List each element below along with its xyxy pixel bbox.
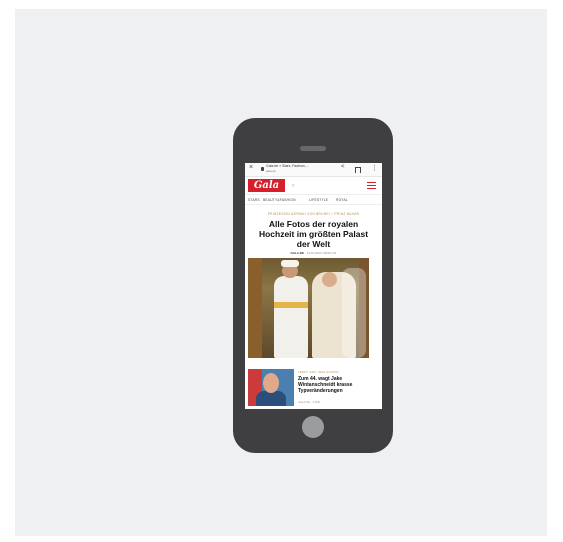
article-headline[interactable]: Alle Fotos der royalen Hochzeit im größt… bbox=[253, 219, 374, 249]
gala-logo[interactable]: Gala bbox=[248, 179, 285, 192]
teaser-meta: GALA.DE · 2 MIN bbox=[298, 400, 321, 404]
nav-item-royal[interactable]: ROYAL bbox=[336, 198, 348, 202]
teaser-kicker: TEDDY SAFI, WAS GUCKST bbox=[298, 370, 340, 374]
page-title[interactable]: Gala.de » Stars, Fashion,… bbox=[266, 164, 309, 168]
teaser-card[interactable]: TEDDY SAFI, WAS GUCKST Zum 44. wagt Jake… bbox=[245, 369, 382, 409]
nav-item-beauty-fashion[interactable]: BEAUTY&FASHION bbox=[263, 198, 296, 202]
teaser-title[interactable]: Zum 44. wagt Jake Wintanschneidt krasse … bbox=[298, 376, 378, 394]
close-tab-icon[interactable]: × bbox=[249, 164, 253, 171]
phone-speaker bbox=[300, 146, 326, 151]
share-icon[interactable]: < bbox=[341, 164, 345, 170]
hamburger-menu-icon[interactable] bbox=[367, 182, 376, 189]
article-byline: GALA.DE · 14.01.2023, 08:00 Uhr bbox=[245, 251, 382, 255]
category-nav: STARS BEAUTY&FASHION LIFESTYLE ROYAL bbox=[245, 195, 382, 205]
bookmark-icon[interactable] bbox=[355, 167, 361, 173]
home-button[interactable] bbox=[302, 416, 324, 438]
thumbnail-person-body bbox=[256, 391, 286, 406]
article-author: GALA.DE bbox=[290, 251, 304, 255]
thumbnail-person-face bbox=[263, 373, 279, 393]
groom-figure bbox=[274, 276, 308, 358]
bride-head bbox=[322, 272, 337, 287]
nav-item-lifestyle[interactable]: LIFESTYLE bbox=[309, 198, 328, 202]
phone-screen: × Gala.de » Stars, Fashion,… gala.de < ⋮… bbox=[245, 163, 382, 409]
hero-image[interactable] bbox=[248, 258, 369, 358]
nav-item-stars[interactable]: STARS bbox=[248, 198, 260, 202]
article-date: · 14.01.2023, 08:00 Uhr bbox=[304, 251, 337, 255]
background-canvas: × Gala.de » Stars, Fashion,… gala.de < ⋮… bbox=[15, 9, 547, 536]
groom-cap bbox=[281, 260, 299, 267]
groom-sash bbox=[274, 302, 308, 308]
article-kicker: PRINZESSIN AZEMAH VON BRUNEI + PRINZ BAH… bbox=[267, 212, 360, 216]
lock-icon bbox=[261, 167, 264, 171]
palace-pillar-left bbox=[248, 258, 262, 358]
page-domain[interactable]: gala.de bbox=[266, 169, 276, 173]
more-menu-icon[interactable]: ⋮ bbox=[371, 164, 378, 172]
site-header: Gala Q bbox=[245, 177, 382, 195]
bride-veil bbox=[342, 268, 366, 358]
search-icon[interactable]: Q bbox=[292, 183, 294, 187]
teaser-thumbnail[interactable] bbox=[248, 369, 294, 406]
browser-url-bar: × Gala.de » Stars, Fashion,… gala.de < ⋮ bbox=[245, 163, 382, 177]
phone-frame: × Gala.de » Stars, Fashion,… gala.de < ⋮… bbox=[233, 118, 393, 453]
